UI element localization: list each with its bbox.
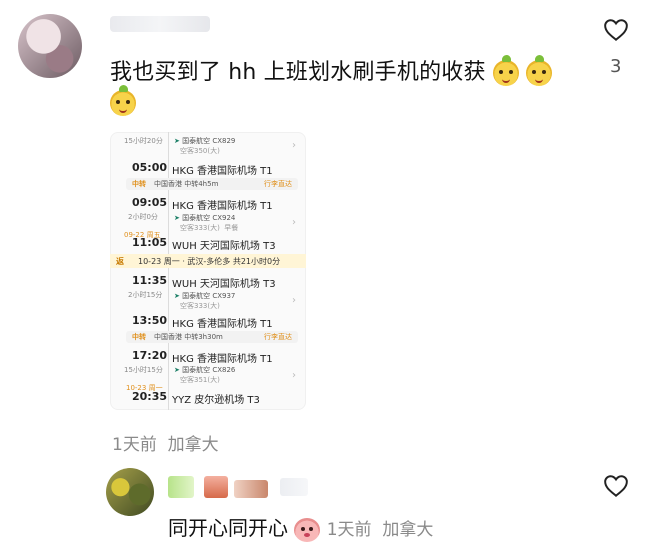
transfer-bar: 中转 中国香港 中转3h30m 行李直达 <box>126 331 298 343</box>
comment-location: 加拿大 <box>382 520 434 540</box>
heart-outline-icon[interactable] <box>603 474 629 498</box>
plane-icon: ➤ <box>174 214 180 222</box>
departure-time: 05:00 <box>132 161 168 174</box>
airport-name: WUH 天河国际机场 T3 <box>172 241 276 252</box>
comment-meta: 1天前 加拿大 <box>112 430 219 455</box>
departure-time: 11:35 <box>132 274 168 287</box>
segment-duration: 2小时15分 <box>128 291 163 299</box>
username-blurred[interactable] <box>110 16 210 32</box>
segment-duration: 2小时0分 <box>128 213 158 221</box>
chevron-right-icon[interactable]: › <box>292 295 296 306</box>
comment-time: 1天前 <box>112 435 157 455</box>
comment-text: 同开心同开心 <box>168 516 288 540</box>
comment-text: 我也买到了 hh 上班划水刷手机的收获 <box>110 60 486 85</box>
chevron-right-icon[interactable]: › <box>292 217 296 228</box>
return-banner: 返 10-23 周一 · 武汉-多伦多 共21小时0分 <box>110 254 306 268</box>
airport-name: YYZ 皮尔逊机场 T3 <box>172 395 260 406</box>
comment-time: 1天前 <box>326 520 372 540</box>
plane-icon: ➤ <box>174 292 180 300</box>
sticker-icon <box>294 517 321 542</box>
segment-duration: 15小时15分 <box>124 366 163 374</box>
airline-label: ➤ 国泰航空 CX829 <box>174 137 236 145</box>
reply-row: 同开心同开心 1天前 加拿大 <box>168 512 433 542</box>
comment-text-row: 我也买到了 hh 上班划水刷手机的收获 <box>110 54 553 86</box>
sticker-icon <box>110 85 136 116</box>
airline-label: ➤ 国泰航空 CX937 <box>174 292 236 300</box>
plane-icon: ➤ <box>174 137 180 145</box>
like-count: 3 <box>610 56 622 77</box>
chevron-right-icon[interactable]: › <box>292 370 296 381</box>
segment-duration: 15小时20分 <box>124 137 163 145</box>
airport-name: HKG 香港国际机场 T1 <box>172 319 273 330</box>
heart-outline-icon[interactable] <box>603 18 629 42</box>
chevron-right-icon[interactable]: › <box>292 140 296 151</box>
airport-name: WUH 天河国际机场 T3 <box>172 279 276 290</box>
aircraft-label: 空客351(大) <box>180 376 220 384</box>
aircraft-label: 空客333(大) <box>180 302 220 310</box>
departure-time: 09:05 <box>132 196 168 209</box>
timeline-line <box>168 132 169 410</box>
sticker-icon <box>492 55 519 86</box>
itinerary-image[interactable]: 15小时20分 ➤ 国泰航空 CX829 空客350(大) › 05:00 HK… <box>110 132 306 410</box>
sticker-icon <box>526 55 553 86</box>
plane-icon: ➤ <box>174 366 180 374</box>
airport-name: HKG 香港国际机场 T1 <box>172 201 273 212</box>
departure-time: 17:20 <box>132 349 168 362</box>
aircraft-label: 空客333(大) 早餐 <box>180 224 239 232</box>
username-blurred[interactable] <box>168 472 308 500</box>
airline-label: ➤ 国泰航空 CX826 <box>174 366 236 374</box>
comment-location: 加拿大 <box>167 435 219 455</box>
airport-name: HKG 香港国际机场 T1 <box>172 354 273 365</box>
comment-meta: 1天前 加拿大 <box>327 520 434 540</box>
airline-label: ➤ 国泰航空 CX924 <box>174 214 236 222</box>
comment-sticker-row <box>110 85 136 116</box>
arrival-time: 20:35 <box>132 390 168 403</box>
avatar[interactable] <box>18 14 82 78</box>
avatar[interactable] <box>106 468 154 516</box>
aircraft-label: 空客350(大) <box>180 147 220 155</box>
transfer-bar: 中转 中国香港 中转4h5m 行李直达 <box>126 178 298 190</box>
airport-name: HKG 香港国际机场 T1 <box>172 166 273 177</box>
arrival-time: 13:50 <box>132 314 168 327</box>
arrival-time: 11:05 <box>132 236 168 249</box>
